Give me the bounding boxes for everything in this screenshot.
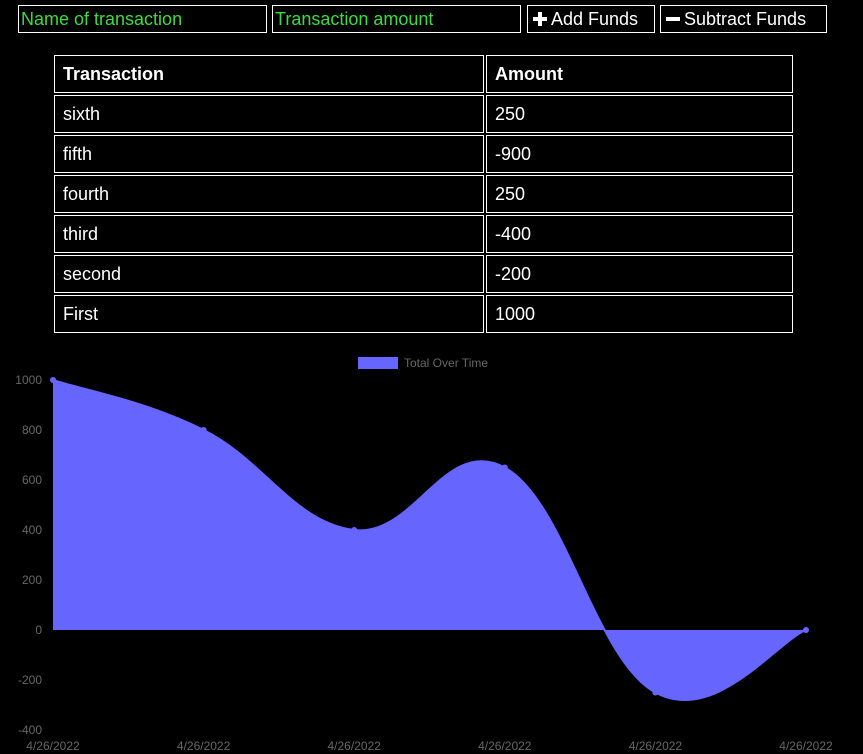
transaction-amount-cell: 1000 (486, 295, 793, 333)
y-tick-label: 200 (22, 573, 42, 587)
data-point (50, 377, 56, 383)
data-point (652, 689, 659, 696)
x-tick-label: 4/26/2022 (26, 739, 80, 753)
table-row: third -400 (54, 215, 793, 253)
budget-tracker-page: Add Funds Subtract Funds Transaction Amo… (0, 0, 863, 754)
data-point (200, 427, 207, 433)
legend-label: Total Over Time (404, 356, 488, 370)
transaction-name-cell: fourth (54, 175, 484, 213)
transaction-name-cell: sixth (54, 95, 484, 133)
transaction-name-cell: second (54, 255, 484, 293)
x-tick-label: 4/26/2022 (629, 739, 683, 753)
y-tick-label: 1000 (15, 373, 42, 387)
x-tick-label: 4/26/2022 (779, 739, 833, 753)
header-amount: Amount (486, 55, 793, 93)
y-tick-label: -200 (18, 673, 42, 687)
chart-canvas: Total Over Time 1000 800 600 400 200 0 -200 -400… (15, 356, 833, 753)
data-point (501, 464, 508, 471)
subtract-funds-button[interactable]: Subtract Funds (660, 5, 827, 33)
add-funds-button[interactable]: Add Funds (527, 5, 655, 33)
transaction-name-cell: First (54, 295, 484, 333)
transaction-amount-input[interactable] (272, 5, 521, 33)
data-point (351, 527, 358, 533)
transaction-amount-cell: -200 (486, 255, 793, 293)
transaction-amount-cell: 250 (486, 175, 793, 213)
series-area (53, 380, 806, 701)
plus-icon (533, 12, 547, 26)
y-tick-label: 400 (22, 523, 42, 537)
transactions-table-wrapper: Transaction Amount sixth 250 fifth -900 … (52, 53, 793, 335)
x-tick-label: 4/26/2022 (478, 739, 532, 753)
y-tick-label: -400 (18, 723, 42, 737)
transaction-amount-cell: -400 (486, 215, 793, 253)
table-row: First 1000 (54, 295, 793, 333)
table-row: fifth -900 (54, 135, 793, 173)
table-row: sixth 250 (54, 95, 793, 133)
transaction-amount-cell: 250 (486, 95, 793, 133)
x-tick-label: 4/26/2022 (177, 739, 231, 753)
y-tick-label: 600 (22, 473, 42, 487)
transactions-table: Transaction Amount sixth 250 fifth -900 … (52, 53, 795, 335)
y-tick-label: 800 (22, 423, 42, 437)
y-tick-label: 0 (35, 623, 42, 637)
transaction-name-cell: fifth (54, 135, 484, 173)
data-point (803, 627, 809, 633)
table-header-row: Transaction Amount (54, 55, 793, 93)
transaction-name-cell: third (54, 215, 484, 253)
x-tick-label: 4/26/2022 (328, 739, 382, 753)
minus-icon (666, 17, 680, 21)
header-transaction: Transaction (54, 55, 484, 93)
legend-swatch (358, 357, 398, 369)
table-row: second -200 (54, 255, 793, 293)
table-row: fourth 250 (54, 175, 793, 213)
transaction-name-input[interactable] (18, 5, 267, 33)
add-funds-label: Add Funds (551, 8, 639, 29)
total-over-time-chart: Total Over Time 1000 800 600 400 200 0 -200 -400… (0, 352, 863, 754)
subtract-funds-label: Subtract Funds (684, 8, 807, 29)
transaction-amount-cell: -900 (486, 135, 793, 173)
